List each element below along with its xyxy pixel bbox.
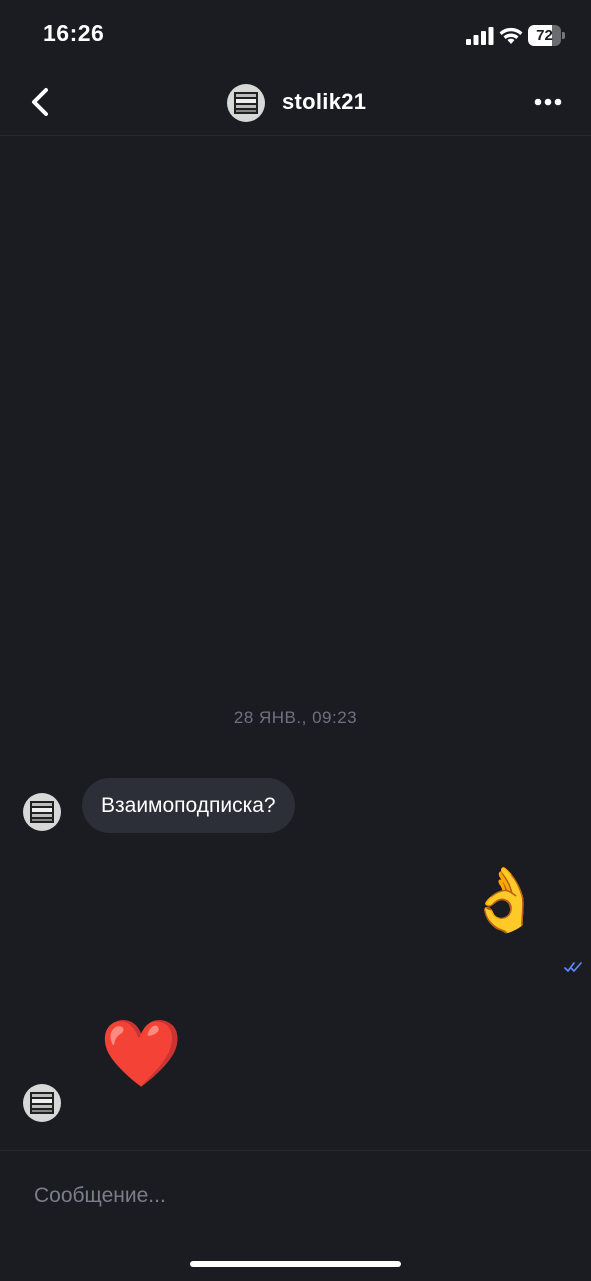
sender-avatar[interactable] — [23, 1084, 61, 1122]
battery-percent: 72 — [536, 27, 553, 44]
status-time: 16:26 — [43, 20, 105, 46]
incoming-message-bubble[interactable]: Взаимоподписка? — [82, 778, 295, 833]
outgoing-emoji-message[interactable]: 👌 — [466, 870, 543, 932]
cellular-signal-icon — [466, 27, 494, 45]
sender-avatar[interactable] — [23, 793, 61, 831]
battery-indicator: 72 — [528, 25, 566, 46]
status-bar: 16:26 72 — [0, 0, 591, 70]
chevron-left-icon[interactable] — [22, 82, 58, 122]
avatar[interactable] — [227, 84, 265, 122]
home-indicator[interactable] — [190, 1261, 401, 1267]
double-check-read-icon — [564, 962, 582, 972]
wifi-icon — [499, 27, 523, 44]
date-separator: 28 ЯНВ., 09:23 — [233, 708, 358, 727]
ellipsis-icon[interactable] — [528, 84, 568, 120]
message-input[interactable] — [34, 1181, 534, 1211]
chat-header: stolik21 — [0, 70, 591, 136]
incoming-emoji-message[interactable]: ❤️ — [100, 1020, 182, 1086]
chat-title[interactable]: stolik21 — [282, 89, 366, 115]
message-composer — [0, 1150, 591, 1281]
